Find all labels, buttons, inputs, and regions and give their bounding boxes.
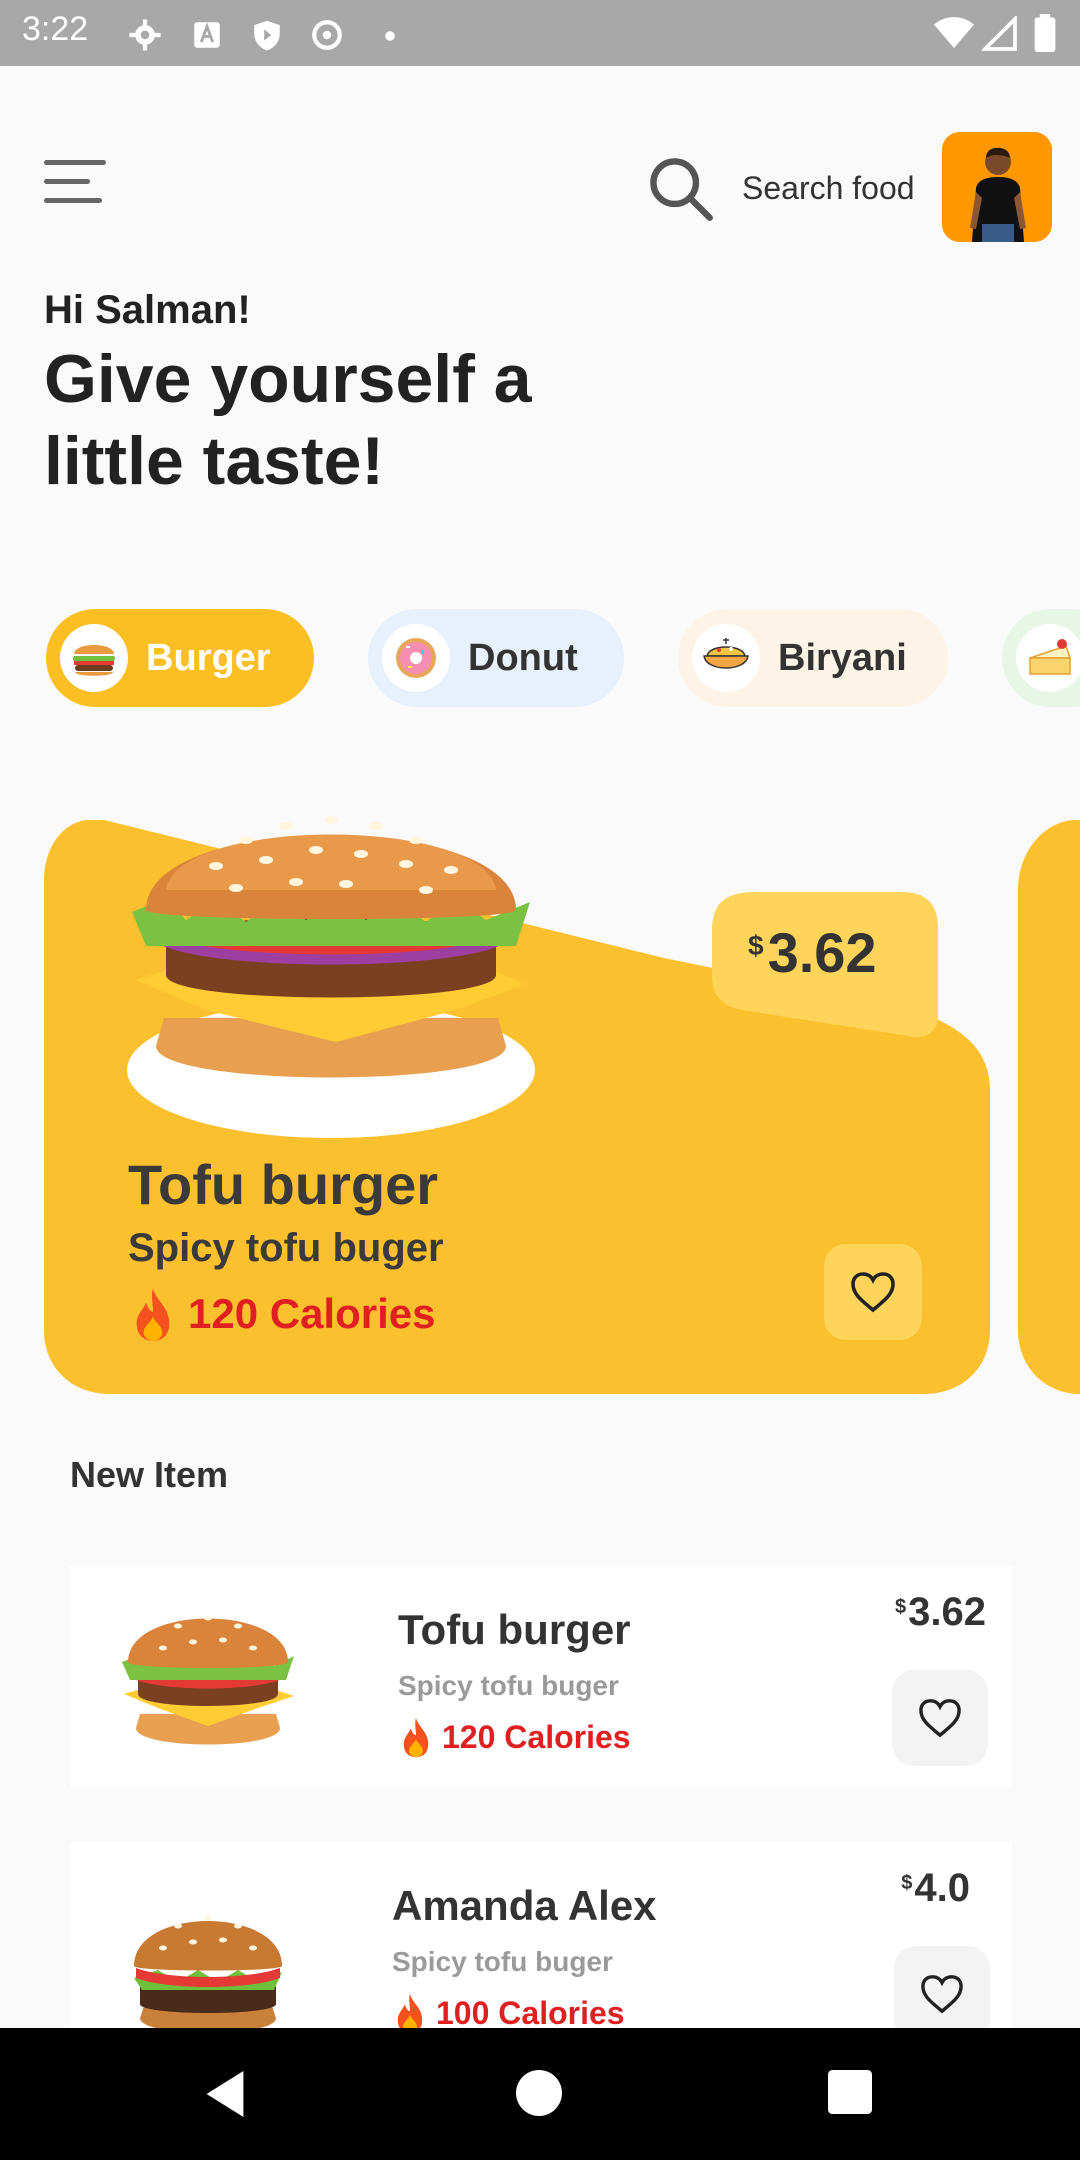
item-title: Tofu burger <box>398 1606 631 1653</box>
item-subtitle: Spicy tofu buger <box>392 1946 613 1977</box>
greeting-text: Hi Salman! <box>44 288 251 332</box>
price-value: 3.62 <box>767 921 877 984</box>
item-title: Amanda Alex <box>392 1882 657 1929</box>
user-photo <box>942 132 1052 242</box>
calories-label: 100 Calories <box>436 1994 625 2029</box>
item-subtitle: Spicy tofu buger <box>398 1670 619 1701</box>
sync-icon <box>312 20 342 50</box>
category-burger[interactable]: Burger <box>46 609 314 707</box>
burger-icon <box>60 624 128 692</box>
featured-subtitle: Spicy tofu buger <box>128 1226 444 1270</box>
search-icon[interactable] <box>646 154 714 222</box>
back-icon[interactable] <box>202 2068 248 2120</box>
heart-icon <box>851 1272 895 1313</box>
item-image <box>122 1615 294 1745</box>
item-calories: 100 Calories <box>392 1992 625 2028</box>
category-label: Burger <box>146 636 271 679</box>
cake-icon <box>1016 624 1080 692</box>
item-price: $3.62 <box>895 1590 986 1635</box>
category-label: Biryani <box>778 636 907 679</box>
battery-icon <box>1034 14 1056 52</box>
item-calories: 120 Calories <box>398 1716 631 1758</box>
search-label[interactable]: Search food <box>742 170 915 207</box>
currency-symbol: $ <box>895 1596 907 1618</box>
status-time: 3:22 <box>22 10 89 48</box>
list-item[interactable]: Tofu burger Spicy tofu buger 120 Calorie… <box>70 1566 1012 1788</box>
shield-icon <box>254 20 280 51</box>
favorite-button[interactable] <box>894 1946 990 2028</box>
currency-symbol: $ <box>901 1872 913 1894</box>
favorite-button[interactable] <box>892 1670 988 1766</box>
dot-icon <box>385 31 395 41</box>
calories-label: 120 Calories <box>442 1718 631 1755</box>
section-title: New Item <box>70 1454 229 1495</box>
wifi-icon <box>934 17 974 48</box>
donut-icon <box>382 624 450 692</box>
biryani-icon <box>692 624 760 692</box>
avatar[interactable] <box>942 132 1052 242</box>
price-value: 3.62 <box>908 1590 986 1634</box>
fire-icon <box>403 1717 429 1758</box>
menu-icon[interactable] <box>44 160 108 214</box>
fire-icon <box>136 1288 170 1341</box>
featured-title: Tofu burger <box>128 1153 439 1216</box>
featured-calories: 120 Calories <box>128 1286 436 1342</box>
font-icon <box>194 22 220 48</box>
currency-symbol: $ <box>748 930 764 961</box>
item-image <box>134 1915 282 2028</box>
category-cake[interactable] <box>1002 609 1080 707</box>
favorite-button[interactable] <box>824 1244 922 1340</box>
navigation-bar <box>0 2028 1080 2160</box>
featured-price: $3.62 <box>748 920 877 985</box>
recents-icon[interactable] <box>828 2070 872 2114</box>
page-title: Give yourself a little taste! <box>44 341 532 499</box>
category-donut[interactable]: Donut <box>368 609 624 707</box>
heart-icon <box>921 1975 963 2014</box>
heart-icon <box>919 1699 961 1738</box>
next-featured-card[interactable] <box>1016 820 1080 1394</box>
featured-burger-image <box>127 816 535 1138</box>
price-value: 4.0 <box>914 1866 970 1910</box>
settings-icon <box>129 19 161 51</box>
calories-label: 120 Calories <box>188 1290 436 1337</box>
item-price: $4.0 <box>901 1866 970 1911</box>
fire-icon <box>397 1993 423 2028</box>
status-bar: 3:22 <box>0 0 1080 66</box>
list-item[interactable]: Amanda Alex Spicy tofu buger 100 Calorie… <box>70 1842 1012 2028</box>
signal-icon <box>982 16 1017 51</box>
category-biryani[interactable]: Biryani <box>678 609 948 707</box>
category-label: Donut <box>468 636 578 679</box>
home-icon[interactable] <box>516 2070 562 2116</box>
